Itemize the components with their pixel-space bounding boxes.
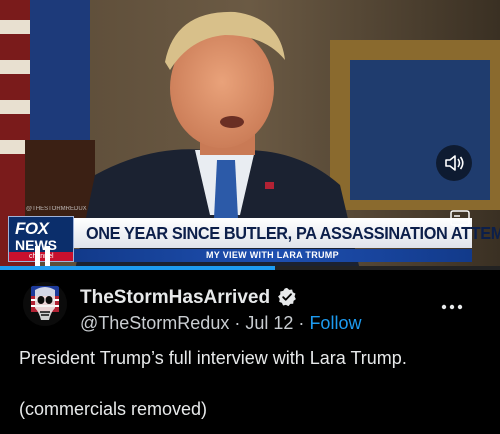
chyron-bar: ONE YEAR SINCE BUTLER, PA ASSASSINATION … <box>74 218 500 248</box>
pause-icon[interactable] <box>34 246 52 268</box>
volume-icon <box>445 155 464 171</box>
author-handle[interactable]: @TheStormRedux <box>80 313 229 333</box>
video-player[interactable]: @THESTORMREDUX FOX NEWS channel ONE YEAR… <box>0 0 500 270</box>
punisher-skull-avatar-icon <box>23 282 67 326</box>
video-watermark: @THESTORMREDUX <box>26 206 87 212</box>
author-name[interactable]: TheStormHasArrived <box>80 287 270 309</box>
chyron-subbar: MY VIEW WITH LARA TRUMP <box>74 249 472 262</box>
verified-badge-icon <box>278 287 296 307</box>
volume-button[interactable] <box>436 145 472 181</box>
chyron-headline: ONE YEAR SINCE BUTLER, PA ASSASSINATION … <box>86 223 500 243</box>
post-date[interactable]: Jul 12 <box>245 313 293 333</box>
chyron-subheadline: MY VIEW WITH LARA TRUMP <box>206 250 339 260</box>
avatar[interactable] <box>23 282 67 326</box>
more-options-icon[interactable] <box>440 302 464 312</box>
post-meta: @TheStormRedux · Jul 12 · Follow <box>80 313 361 334</box>
captions-icon[interactable] <box>450 210 470 226</box>
post-text: President Trump’s full interview with La… <box>19 348 407 368</box>
post-text-second: (commercials removed) <box>19 399 208 419</box>
video-progress-bar[interactable] <box>0 266 500 270</box>
progress-fill <box>0 266 275 270</box>
logo-fox-text: FOX <box>15 219 49 238</box>
meta-separator-2: · <box>298 313 305 333</box>
meta-separator: · <box>234 313 241 333</box>
follow-button[interactable]: Follow <box>309 313 361 333</box>
